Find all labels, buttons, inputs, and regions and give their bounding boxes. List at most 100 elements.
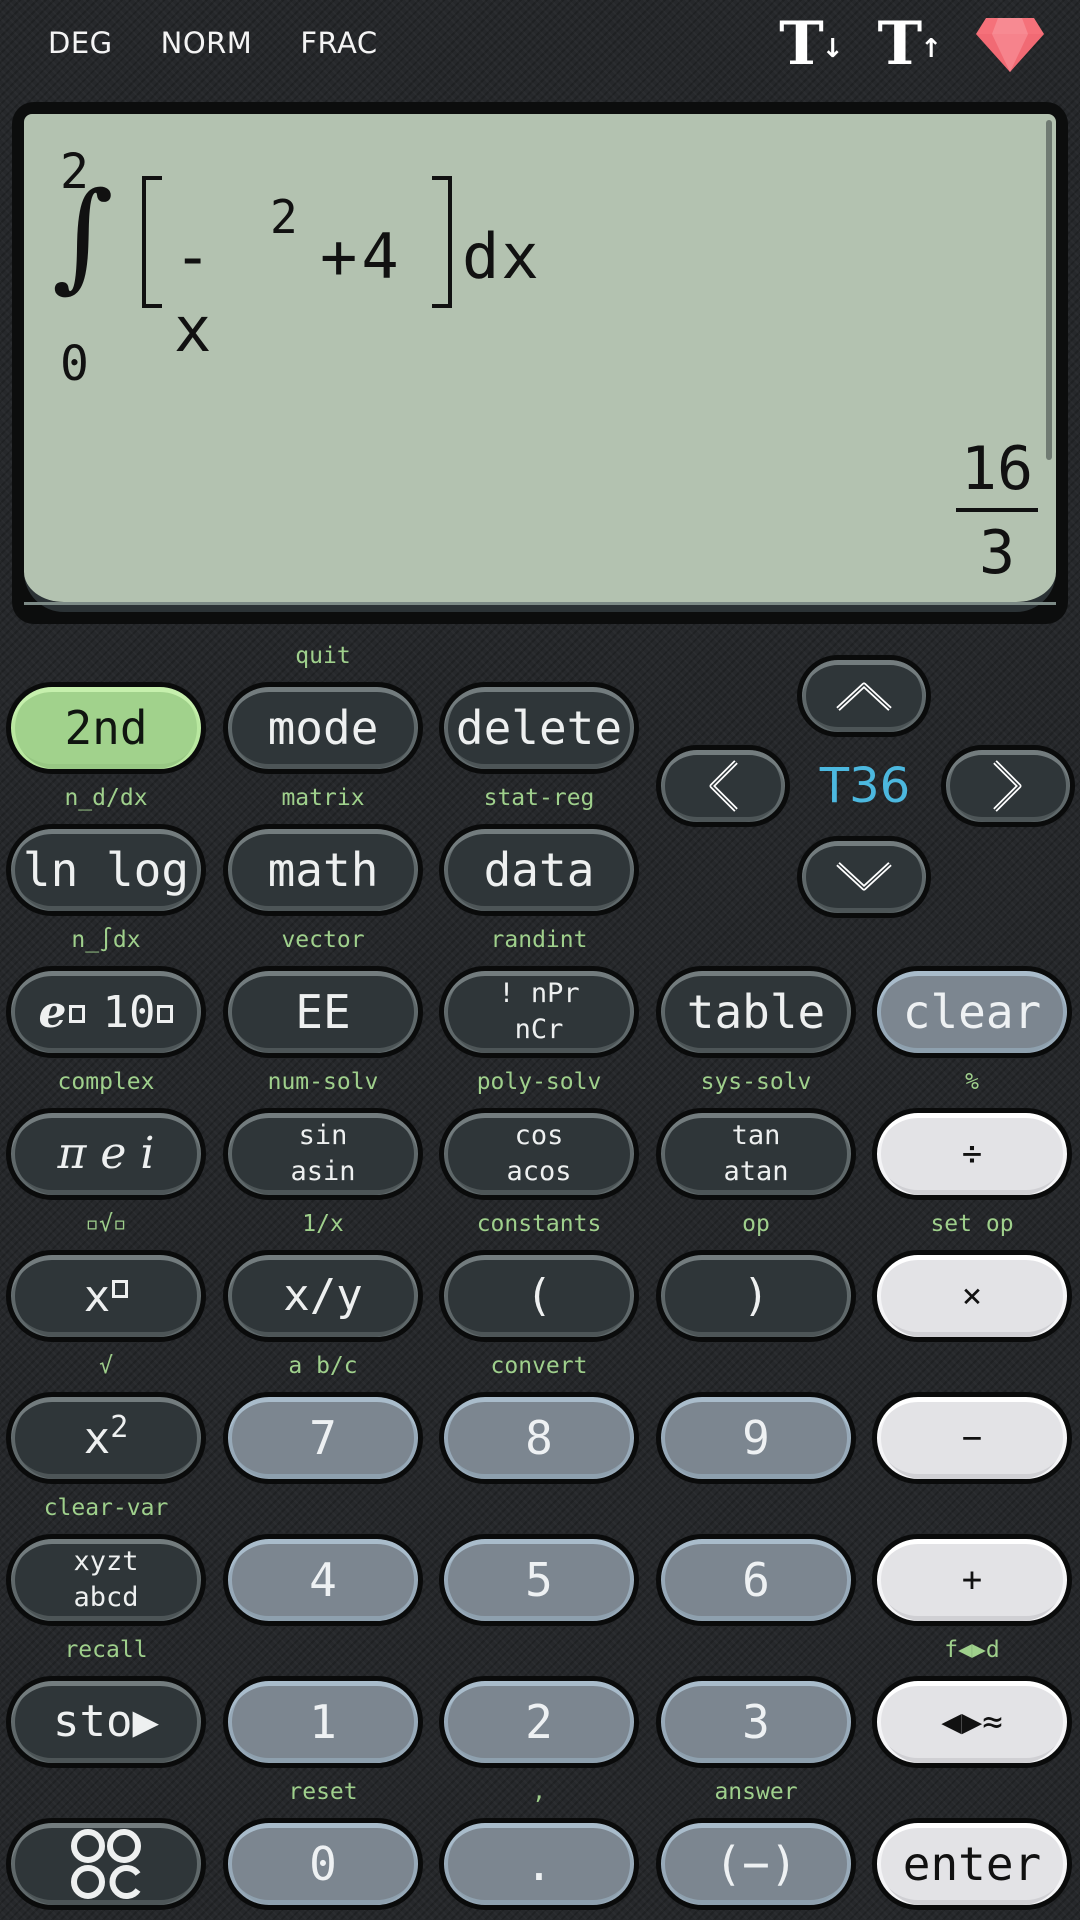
premium-gem-icon [976,18,1044,72]
multiply-button[interactable]: × [872,1250,1072,1342]
seven-secondary-label: a b/c [288,1353,358,1379]
rparen-secondary-label: op [742,1211,770,1237]
ee-secondary-label: vector [281,927,365,953]
result: 16 3 [956,434,1038,588]
prob-secondary-label: randint [490,927,588,953]
nav-left-button[interactable] [656,745,790,827]
math-secondary-label: matrix [281,785,365,811]
clear-button[interactable]: clear [872,966,1072,1058]
text-size-decrease-button[interactable]: T ↓ [779,14,843,74]
fraction-button[interactable]: x/y [223,1250,423,1342]
pi-e-i-button[interactable]: π e i [6,1108,206,1200]
digit-1-button[interactable]: 1 [223,1676,423,1768]
frac-secondary-label: 1/x [302,1211,344,1237]
cos-button[interactable]: cos acos [439,1108,639,1200]
digit-7-button[interactable]: 7 [223,1392,423,1484]
divide-button[interactable]: ÷ [872,1108,1072,1200]
lparen-secondary-label: constants [476,1211,602,1237]
probability-button[interactable]: ! nPr nCr [439,966,639,1058]
data-button[interactable]: data [439,824,639,916]
enter-button[interactable]: enter [872,1818,1072,1910]
display-scrollbar[interactable] [1046,120,1052,460]
zero-secondary-label: reset [288,1779,358,1805]
fraction-bar [956,508,1038,512]
ee-button[interactable]: EE [223,966,423,1058]
minus-button[interactable]: − [872,1392,1072,1484]
square-secondary-label: √ [99,1353,113,1379]
exponent-button[interactable]: e 10 [6,966,206,1058]
tape-indicator: T36 [819,758,911,814]
digit-0-button[interactable]: 0 [223,1818,423,1910]
nav-down-button[interactable] [797,836,931,918]
number-mode-indicator: NORM [160,26,253,60]
tan-button[interactable]: tan atan [656,1108,856,1200]
display-frame: 2 ∫ 0 -x 2 +4 dx 16 3 [12,102,1068,624]
divide-secondary-label: % [965,1069,979,1095]
text-size-increase-button[interactable]: T ↑ [878,14,942,74]
math-button[interactable]: math [223,824,423,916]
left-bracket [142,176,162,308]
status-bar: DEG NORM FRAC [48,22,426,64]
apps-grid-icon [71,1829,141,1899]
exp-secondary-label: n_∫dx [71,927,141,953]
integral-lower-limit: 0 [60,336,89,392]
constants-key-secondary-label: complex [57,1069,155,1095]
angle-mode-indicator: DEG [48,26,113,60]
square-button[interactable]: x2 [6,1392,206,1484]
power-button[interactable]: x [6,1250,206,1342]
dot-secondary-label: , [532,1779,546,1805]
right-bracket [432,176,452,308]
integrand-suffix: +4 [320,220,403,293]
calculator-display[interactable]: 2 ∫ 0 -x 2 +4 dx 16 3 [24,114,1056,612]
text-size-decrease-icon: T [779,9,824,79]
left-paren-button[interactable]: ( [439,1250,639,1342]
integral-sign: ∫ [52,166,114,304]
premium-button[interactable] [976,16,1044,72]
neg-secondary-label: answer [714,1779,798,1805]
approx-toggle-button[interactable]: ◀▶≈ [872,1676,1072,1768]
chevron-up-icon [836,682,892,711]
ln-log-button[interactable]: ln log [6,824,206,916]
mode-button[interactable]: mode [223,682,423,774]
text-size-increase-icon: T [877,9,923,79]
mode-secondary-label: quit [295,643,351,669]
result-denominator: 3 [978,518,1016,588]
chevron-left-icon [709,760,738,812]
digit-5-button[interactable]: 5 [439,1534,639,1626]
digit-8-button[interactable]: 8 [439,1392,639,1484]
digit-9-button[interactable]: 9 [656,1392,856,1484]
power-secondary-label: ▫√▫ [85,1211,127,1237]
chevron-down-icon [836,862,892,891]
right-paren-button[interactable]: ) [656,1250,856,1342]
plus-button[interactable]: + [872,1534,1072,1626]
tan-secondary-label: sys-solv [700,1069,812,1095]
multiply-secondary-label: set op [930,1211,1014,1237]
data-secondary-label: stat-reg [483,785,595,811]
differential: dx [462,220,541,293]
top-toolbar: T ↓ T ↑ [745,14,1044,74]
approx-secondary-label: f◀▶d [944,1637,1000,1663]
sin-secondary-label: num-solv [267,1069,379,1095]
digit-4-button[interactable]: 4 [223,1534,423,1626]
vars-secondary-label: clear-var [43,1495,169,1521]
nav-up-button[interactable] [797,655,931,737]
integrand-exponent: 2 [270,190,298,244]
eight-secondary-label: convert [490,1353,588,1379]
negate-button[interactable]: (−) [656,1818,856,1910]
second-button[interactable]: 2nd [6,682,206,774]
digit-2-button[interactable]: 2 [439,1676,639,1768]
digit-3-button[interactable]: 3 [656,1676,856,1768]
nav-right-button[interactable] [941,745,1075,827]
result-numerator: 16 [960,434,1034,504]
integrand-base: -x [174,220,216,366]
delete-button[interactable]: delete [439,682,639,774]
table-button[interactable]: table [656,966,856,1058]
sto-secondary-label: recall [64,1637,148,1663]
variables-button[interactable]: xyzt abcd [6,1534,206,1626]
apps-menu-button[interactable] [6,1818,206,1910]
digit-6-button[interactable]: 6 [656,1534,856,1626]
sin-button[interactable]: sin asin [223,1108,423,1200]
chevron-right-icon [993,760,1022,812]
decimal-point-button[interactable]: . [439,1818,639,1910]
store-button[interactable]: sto▶ [6,1676,206,1768]
